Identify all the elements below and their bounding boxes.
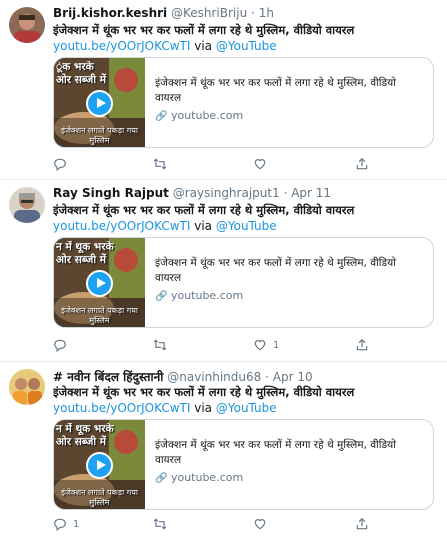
retweet-icon [153,518,167,530]
separator-dot: · [283,186,288,200]
timestamp[interactable]: 1h [259,6,274,20]
thumbnail-caption-top: न में थूक भरके ओर सब्जी में [56,241,114,266]
via-text: via [194,401,213,415]
tweet-link-line: youtu.be/yOOrJOKCwTI via @YouTube [53,400,439,416]
via-text: via [194,219,213,233]
like-button[interactable] [253,156,273,172]
timestamp[interactable]: Apr 11 [291,186,331,200]
link-card[interactable]: न में थूक भरके ओर सब्जी में इंजेक्शन लगा… [53,419,434,510]
thumbnail-caption-bottom: इंजेक्शन लगाते पकड़ा गया मुस्लिम [61,488,138,507]
like-count: 1 [273,339,280,351]
tweet-url[interactable]: youtu.be/yOOrJOKCwTI [53,39,190,53]
play-icon[interactable] [86,270,113,297]
card-body: इंजेक्शन में थूंक भर भर कर फलों में लगा … [155,76,425,122]
tweet-header: Brij.kishor.keshri @KeshriBriju · 1h [53,6,439,23]
card-domain-text: youtube.com [170,289,244,302]
share-icon [356,157,368,170]
tweet-link-line: youtu.be/yOOrJOKCwTI via @YouTube [53,38,439,54]
reply-button[interactable] [53,156,73,172]
tweet-feed: Brij.kishor.keshri @KeshriBriju · 1h इंज… [0,0,447,536]
card-title: इंजेक्शन में थूंक भर भर कर फलों में लगा … [155,77,396,104]
card-body: इंजेक्शन में थूंक भर भर कर फलों में लगा … [155,438,425,484]
display-name[interactable]: Brij.kishor.keshri [53,6,167,20]
share-icon [356,338,368,351]
user-handle[interactable]: @navinhindu68 [167,370,261,384]
tweet[interactable]: Brij.kishor.keshri @KeshriBriju · 1h इंज… [0,0,447,180]
card-domain-text: youtube.com [170,471,244,484]
like-button[interactable] [253,516,273,532]
tweet[interactable]: Ray Singh Rajput @raysinghrajput1 · Apr … [0,180,447,362]
card-domain: 🔗 youtube.com [155,109,425,122]
timestamp[interactable]: Apr 10 [273,370,313,384]
share-button[interactable] [355,337,375,353]
tweet-link-line: youtu.be/yOOrJOKCwTI via @YouTube [53,218,439,234]
tweet-text: इंजेक्शन में थूंक भर भर कर फलों में लगा … [53,203,355,217]
thumbnail-caption-bottom: इंजेक्शन लगाते पकड़ा गया मुस्लिम [61,126,138,145]
thumbnail-caption-top: ूंक भरके ओर सब्जी में [56,61,107,86]
card-domain: 🔗 youtube.com [155,289,425,302]
video-thumbnail[interactable]: ूंक भरके ओर सब्जी में इंजेक्शन लगाते पकड… [54,58,145,147]
heart-icon [254,519,266,530]
tweet-header: Ray Singh Rajput @raysinghrajput1 · Apr … [53,186,439,203]
tweet-text: इंजेक्शन में थूंक भर भर कर फलों में लगा … [53,385,355,399]
heart-icon [254,159,266,170]
via-handle[interactable]: @YouTube [216,219,277,233]
via-handle[interactable]: @YouTube [216,401,277,415]
link-icon: 🔗 [155,111,168,122]
tweet-text: इंजेक्शन में थूंक भर भर कर फलों में लगा … [53,23,355,37]
card-domain-text: youtube.com [170,109,244,122]
reply-icon [54,158,66,171]
tweet-actions [53,156,383,172]
tweet-url[interactable]: youtu.be/yOOrJOKCwTI [53,219,190,233]
card-title: इंजेक्शन में थूंक भर भर कर फलों में लगा … [155,257,396,284]
reply-icon [54,518,66,531]
reply-button[interactable] [53,337,73,353]
user-handle[interactable]: @raysinghrajput1 [173,186,280,200]
tweet-header: # नवीन बिंदल हिंदुस्तानी @navinhindu68 ·… [53,368,439,385]
display-name[interactable]: Ray Singh Rajput [53,186,169,200]
separator-dot: · [265,370,269,384]
play-icon[interactable] [86,90,113,117]
play-icon[interactable] [86,452,113,479]
video-thumbnail[interactable]: न में थूक भरके ओर सब्जी में इंजेक्शन लगा… [54,420,145,509]
avatar[interactable] [9,369,45,405]
display-name[interactable]: # नवीन बिंदल हिंदुस्तानी [53,370,163,384]
like-button[interactable]: 1 [253,337,279,353]
thumbnail-caption-top: न में थूक भरके ओर सब्जी में [56,423,114,448]
avatar[interactable] [9,7,45,43]
card-title: इंजेक्शन में थूंक भर भर कर फलों में लगा … [155,439,396,466]
retweet-icon [153,158,167,170]
avatar[interactable] [9,187,45,223]
share-button[interactable] [355,516,375,532]
retweet-button[interactable] [153,337,173,353]
card-body: इंजेक्शन में थूंक भर भर कर फलों में लगा … [155,256,425,302]
link-icon: 🔗 [155,473,168,484]
retweet-icon [153,339,167,351]
reply-count: 1 [73,518,80,530]
tweet-actions: 1 [53,337,383,353]
user-handle[interactable]: @KeshriBriju [171,6,247,20]
tweet-actions: 1 [53,516,383,532]
reply-button[interactable]: 1 [53,516,79,532]
share-button[interactable] [355,156,375,172]
tweet[interactable]: # नवीन बिंदल हिंदुस्तानी @navinhindu68 ·… [0,362,447,536]
link-card[interactable]: ूंक भरके ओर सब्जी में इंजेक्शन लगाते पकड… [53,57,434,148]
tweet-url[interactable]: youtu.be/yOOrJOKCwTI [53,401,190,415]
retweet-button[interactable] [153,516,173,532]
link-card[interactable]: न में थूक भरके ओर सब्जी में इंजेक्शन लगा… [53,237,434,328]
retweet-button[interactable] [153,156,173,172]
heart-icon [254,340,266,351]
thumbnail-caption-bottom: इंजेक्शन लगाते पकड़ा गया मुस्लिम [61,306,138,325]
link-icon: 🔗 [155,291,168,302]
separator-dot: · [251,6,255,20]
via-handle[interactable]: @YouTube [216,39,277,53]
video-thumbnail[interactable]: न में थूक भरके ओर सब्जी में इंजेक्शन लगा… [54,238,145,327]
reply-icon [54,339,66,352]
via-text: via [194,39,213,53]
share-icon [356,517,368,530]
card-domain: 🔗 youtube.com [155,471,425,484]
